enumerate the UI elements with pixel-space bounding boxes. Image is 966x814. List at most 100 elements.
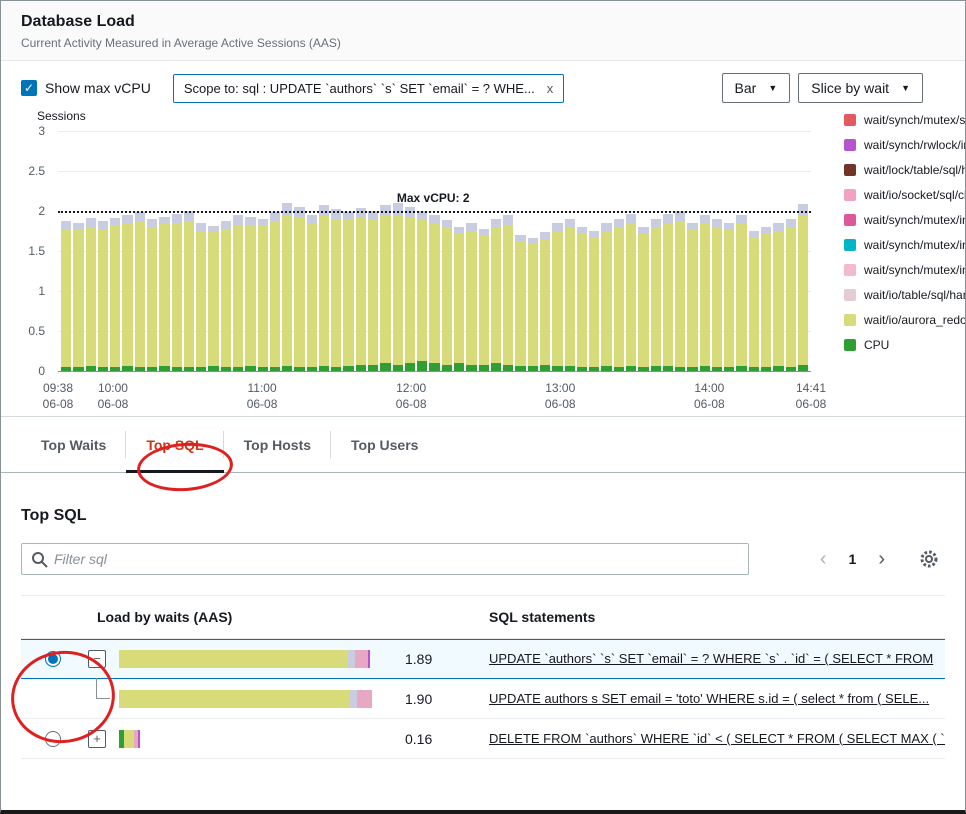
chart-bar[interactable] [184, 211, 194, 371]
chart-bar[interactable] [540, 232, 550, 371]
expand-button[interactable]: + [88, 730, 106, 748]
chart-bar[interactable] [503, 215, 513, 371]
chart-bar[interactable] [380, 205, 390, 371]
legend-item[interactable]: wait/io/aurora_redo_lo [844, 313, 966, 327]
chart-bar[interactable] [749, 231, 759, 371]
next-page-button[interactable]: › [878, 548, 885, 571]
chart-bar[interactable] [343, 212, 353, 371]
tab-top-sql[interactable]: Top SQL [126, 417, 223, 472]
chart-bar[interactable] [724, 223, 734, 371]
chart-bar[interactable] [589, 231, 599, 371]
chart-bar[interactable] [368, 211, 378, 371]
row-radio[interactable] [45, 731, 61, 747]
legend-item[interactable]: wait/io/table/sql/hand [844, 288, 966, 302]
show-max-vcpu-checkbox[interactable]: ✓ [21, 80, 37, 96]
chart-bar[interactable] [663, 214, 673, 371]
chart-bar[interactable] [417, 211, 427, 371]
sql-statement-link[interactable]: UPDATE `authors` `s` SET `email` = ? WHE… [489, 651, 933, 666]
chart-bar[interactable] [638, 227, 648, 371]
legend-item[interactable]: wait/synch/rwlock/inn [844, 138, 966, 152]
chart-bar[interactable] [736, 215, 746, 371]
chart-bar[interactable] [135, 212, 145, 371]
chart-bar[interactable] [491, 219, 501, 371]
legend-label: wait/synch/mutex/sql/ [864, 113, 966, 127]
legend-item[interactable]: wait/lock/table/sql/ha [844, 163, 966, 177]
chart-bar[interactable] [552, 223, 562, 371]
chart-bar[interactable] [601, 223, 611, 371]
tab-top-users[interactable]: Top Users [331, 417, 438, 472]
chart-bar[interactable] [515, 235, 525, 371]
chart-bar[interactable] [798, 204, 808, 371]
chart-bar[interactable] [159, 217, 169, 371]
chart-bar[interactable] [528, 238, 538, 371]
row-radio[interactable] [45, 651, 61, 667]
chart-bar[interactable] [773, 223, 783, 371]
chart-bar[interactable] [86, 218, 96, 371]
chart-bar[interactable] [208, 226, 218, 371]
chart-bar[interactable] [626, 214, 636, 371]
page-title: Database Load [21, 13, 945, 31]
chart-bar[interactable] [196, 223, 206, 371]
chart-bar[interactable] [651, 219, 661, 371]
chart-bar[interactable] [294, 207, 304, 371]
chart-bar[interactable] [687, 223, 697, 371]
chart-type-dropdown[interactable]: Bar ▼ [722, 73, 791, 103]
chart-bar[interactable] [405, 207, 415, 371]
page-number[interactable]: 1 [849, 551, 857, 567]
chart-bar[interactable] [565, 219, 575, 371]
chart-bar[interactable] [73, 223, 83, 371]
chart-bar[interactable] [61, 221, 71, 371]
bar-segment [724, 367, 734, 371]
chart-bar[interactable] [233, 215, 243, 371]
chart-bar[interactable] [110, 218, 120, 371]
chart-bar[interactable] [98, 221, 108, 371]
bar-segment [110, 225, 120, 367]
bar-segment [626, 366, 636, 371]
chart-bar[interactable] [761, 227, 771, 371]
chart-bar[interactable] [429, 215, 439, 371]
chart-bar[interactable] [270, 212, 280, 371]
legend-item[interactable]: CPU [844, 338, 966, 352]
chart-bar[interactable] [258, 219, 268, 371]
slice-by-dropdown[interactable]: Slice by wait ▼ [798, 73, 923, 103]
tab-top-waits[interactable]: Top Waits [21, 417, 126, 472]
tab-top-hosts[interactable]: Top Hosts [224, 417, 331, 472]
legend-item[interactable]: wait/io/socket/sql/clie [844, 188, 966, 202]
chart-bar[interactable] [393, 203, 403, 371]
chart-bar[interactable] [122, 215, 132, 371]
chart-bar[interactable] [319, 205, 329, 371]
previous-page-button[interactable]: ‹ [820, 548, 827, 571]
bar-segment [479, 365, 489, 371]
chart-bar[interactable] [614, 219, 624, 371]
chart-bar[interactable] [356, 208, 366, 371]
filter-input[interactable] [22, 544, 748, 574]
sql-statement-link[interactable]: DELETE FROM `authors` WHERE `id` < ( SEL… [489, 731, 945, 746]
bar-segment [417, 219, 427, 361]
chart-bar[interactable] [245, 217, 255, 371]
chart-bar[interactable] [786, 219, 796, 371]
scope-dismiss-button[interactable]: x [547, 81, 554, 96]
chart-bar[interactable] [479, 229, 489, 371]
chart-bar[interactable] [282, 203, 292, 371]
settings-gear-icon[interactable] [919, 549, 939, 569]
chart-bar[interactable] [172, 214, 182, 371]
legend-item[interactable]: wait/synch/mutex/inn [844, 263, 966, 277]
chart-bar[interactable] [307, 215, 317, 371]
legend-item[interactable]: wait/synch/mutex/sql/ [844, 113, 966, 127]
chart-bar[interactable] [442, 220, 452, 371]
chart-bar[interactable] [221, 221, 231, 371]
legend-item[interactable]: wait/synch/mutex/inn [844, 238, 966, 252]
sql-statement-link[interactable]: UPDATE authors s SET email = 'toto' WHER… [489, 691, 929, 706]
chart-bar[interactable] [712, 219, 722, 371]
chart-bar[interactable] [147, 219, 157, 371]
chart-bar[interactable] [700, 215, 710, 371]
collapse-button[interactable]: − [88, 650, 106, 668]
chart-bar[interactable] [454, 227, 464, 371]
chart-bar[interactable] [466, 223, 476, 371]
chart-bar[interactable] [331, 209, 341, 371]
bar-segment [589, 367, 599, 371]
legend-item[interactable]: wait/synch/mutex/inn [844, 213, 966, 227]
chart-bar[interactable] [577, 227, 587, 371]
load-bar-segment [368, 650, 371, 668]
chart-bar[interactable] [675, 211, 685, 371]
